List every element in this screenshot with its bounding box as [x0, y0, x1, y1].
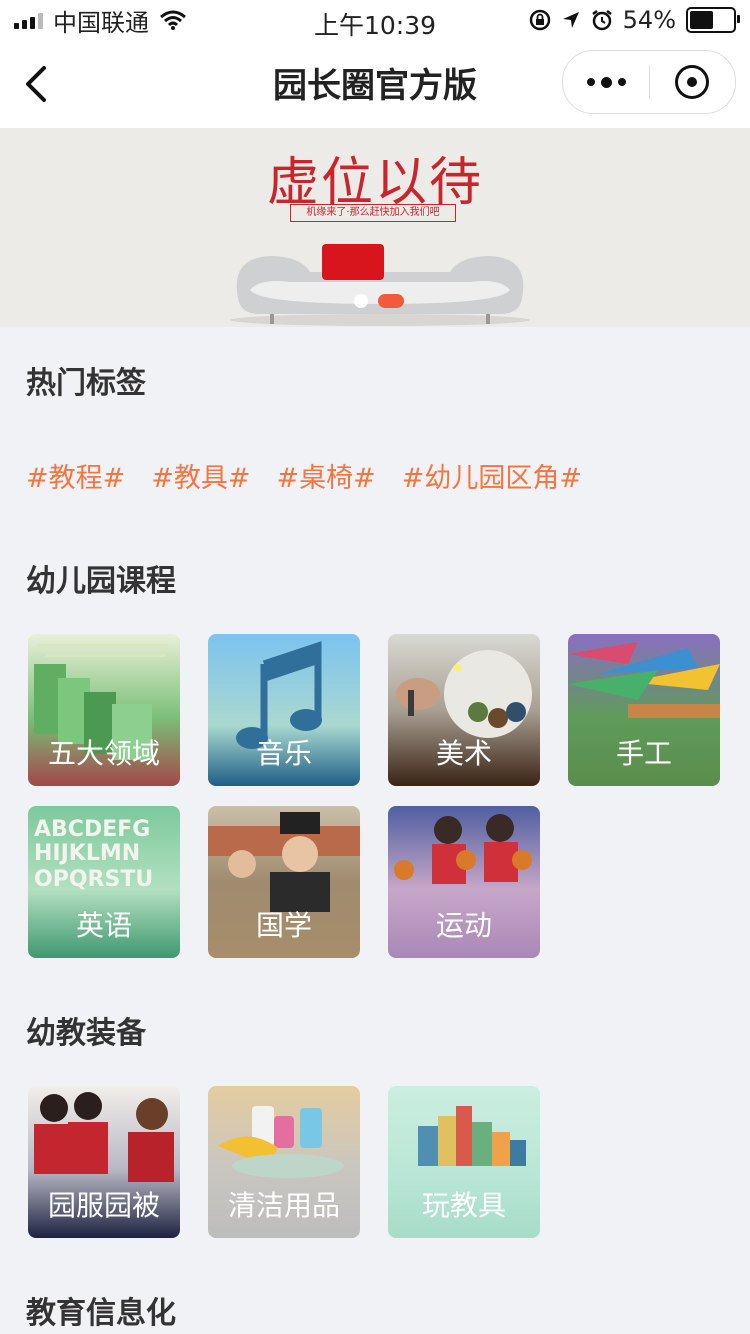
status-right: 54% — [529, 6, 740, 34]
location-icon — [562, 12, 579, 28]
tile-label: 英语 — [75, 909, 132, 942]
battery-percent: 54% — [622, 6, 676, 34]
svg-text:OPQRSTU: OPQRSTU — [34, 867, 153, 892]
sofa-illustration — [230, 244, 530, 326]
battery-fill — [690, 11, 713, 29]
tile-label: 手工 — [615, 737, 672, 770]
close-miniprogram-button[interactable] — [649, 51, 735, 113]
miniprogram-capsule — [562, 50, 736, 114]
hot-tags-title: 热门标签 — [26, 366, 146, 401]
carousel-indicator — [354, 294, 404, 308]
equipment-tile-uniforms[interactable]: 园服园被 — [28, 1086, 180, 1238]
tile-label: 运动 — [435, 909, 492, 942]
tag-link[interactable]: #幼儿园区角# — [402, 456, 582, 495]
courses-grid: 五大领域 音乐 美术 手工 ABCDEFG HIJKLMN OPQRSTU 英语… — [28, 634, 720, 958]
equipment-tile-cleaning[interactable]: 清洁用品 — [208, 1086, 360, 1238]
nav-bar: 园长圈官方版 — [0, 40, 750, 128]
target-icon — [675, 65, 709, 99]
carousel-dot — [354, 294, 368, 308]
tile-label: 音乐 — [255, 737, 312, 770]
battery-icon — [686, 7, 740, 33]
course-tile-handcraft[interactable]: 手工 — [568, 634, 720, 786]
course-tile-five-domains[interactable]: 五大领域 — [28, 634, 180, 786]
orientation-lock-icon — [529, 9, 550, 31]
tag-link[interactable]: #桌椅# — [277, 456, 376, 495]
banner-carousel[interactable]: 虚位以待 机缘来了·那么赶快加入我们吧 — [0, 128, 750, 327]
tile-label: 五大领域 — [47, 737, 160, 770]
tag-link[interactable]: #教程# — [26, 456, 125, 495]
tile-label: 清洁用品 — [227, 1189, 340, 1222]
equipment-tile-toys[interactable]: 玩教具 — [388, 1086, 540, 1238]
course-tile-chinese-studies[interactable]: 国学 — [208, 806, 360, 958]
svg-text:HIJKLMN: HIJKLMN — [34, 841, 140, 866]
alarm-icon — [591, 10, 612, 31]
svg-text:ABCDEFG: ABCDEFG — [34, 817, 150, 842]
tile-label: 玩教具 — [421, 1189, 506, 1222]
equipment-title: 幼教装备 — [26, 1016, 146, 1051]
course-tile-sports[interactable]: 运动 — [388, 806, 540, 958]
course-tile-art[interactable]: 美术 — [388, 634, 540, 786]
hot-tags-list: #教程# #教具# #桌椅# #幼儿园区角# — [26, 456, 582, 495]
equipment-grid: 园服园被 清洁用品 玩教具 — [28, 1086, 720, 1238]
status-bar: 中国联通 上午10:39 54% — [0, 0, 750, 40]
course-tile-music[interactable]: 音乐 — [208, 634, 360, 786]
banner-subtitle: 机缘来了·那么赶快加入我们吧 — [290, 204, 456, 222]
tile-label: 园服园被 — [47, 1189, 160, 1222]
courses-title: 幼儿园课程 — [26, 564, 176, 599]
tile-label: 美术 — [435, 737, 492, 770]
course-tile-english[interactable]: ABCDEFG HIJKLMN OPQRSTU 英语 — [28, 806, 180, 958]
carousel-dot-active — [378, 294, 404, 308]
tile-label: 国学 — [255, 909, 312, 942]
info-title: 教育信息化 — [26, 1296, 176, 1331]
tag-link[interactable]: #教具# — [151, 456, 250, 495]
more-icon[interactable] — [563, 51, 649, 113]
